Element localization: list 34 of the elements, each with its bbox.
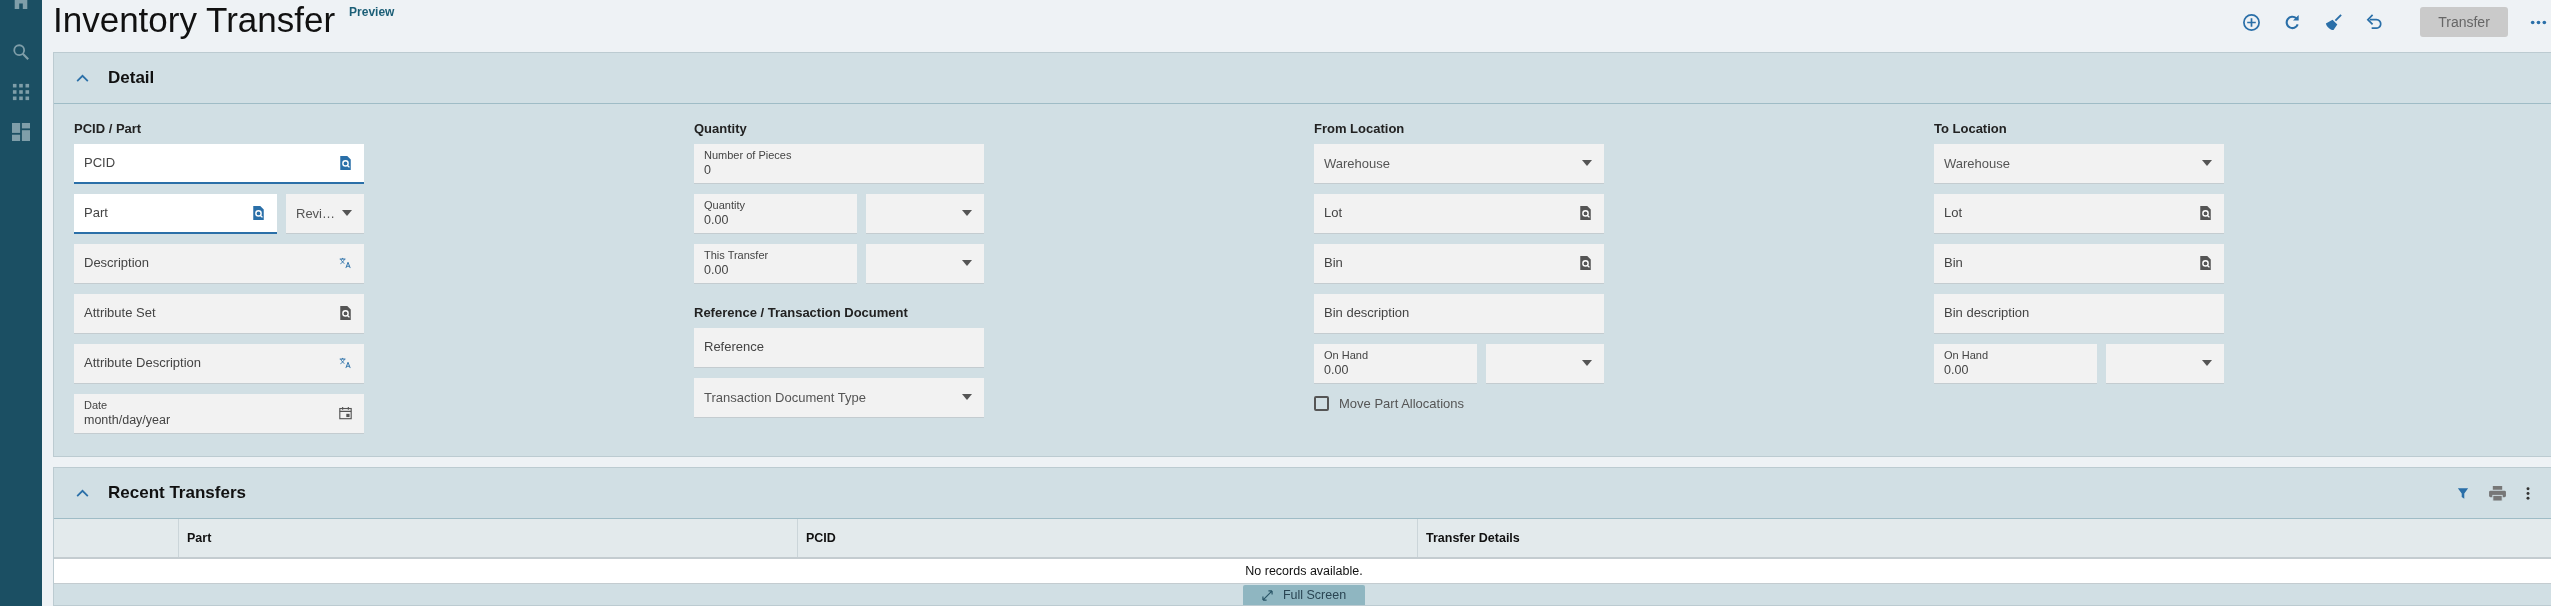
section-title: Recent Transfers xyxy=(108,483,246,503)
preview-label: Preview xyxy=(349,5,395,19)
undo-icon[interactable] xyxy=(2365,12,2384,32)
kebab-menu-icon[interactable] xyxy=(2526,486,2530,500)
group-heading: Reference / Transaction Document xyxy=(694,305,909,320)
print-icon[interactable] xyxy=(2489,485,2506,501)
checkbox[interactable]: Move Part Allocations xyxy=(1314,395,1464,411)
dashboard-icon[interactable] xyxy=(12,123,30,141)
group-heading: Quantity xyxy=(694,121,748,136)
lookup-icon[interactable] xyxy=(339,155,352,170)
column-header[interactable]: Part xyxy=(178,519,797,557)
section-title: Detail xyxy=(108,67,155,88)
lookup-field[interactable]: Part xyxy=(74,193,277,234)
lookup-field[interactable]: PCID xyxy=(74,143,364,184)
expand-icon[interactable] xyxy=(1261,589,1273,601)
refresh-icon[interactable] xyxy=(2283,12,2302,32)
empty-message: No records available. xyxy=(1244,563,1364,580)
filter-icon[interactable] xyxy=(2457,486,2469,500)
chevron-icon[interactable] xyxy=(76,489,89,497)
full-screen-button[interactable]: Full Screen xyxy=(1243,585,1365,605)
search-icon[interactable] xyxy=(12,43,30,61)
more-icon[interactable] xyxy=(2530,19,2547,25)
column-header[interactable]: PCID xyxy=(797,519,1417,557)
column-header[interactable]: Transfer Details xyxy=(1417,519,2551,557)
home-icon[interactable] xyxy=(12,0,30,9)
group-heading: From Location xyxy=(1314,121,1406,136)
add-icon[interactable] xyxy=(2242,12,2261,32)
group-heading: PCID / Part xyxy=(74,121,143,136)
lookup-icon[interactable] xyxy=(252,205,265,220)
group-heading: To Location xyxy=(1934,121,2008,136)
apps-grid-icon[interactable] xyxy=(12,83,30,101)
broom-icon[interactable] xyxy=(2324,12,2343,32)
chevron-icon[interactable] xyxy=(76,73,89,82)
page-title: Inventory Transfer xyxy=(53,0,336,40)
